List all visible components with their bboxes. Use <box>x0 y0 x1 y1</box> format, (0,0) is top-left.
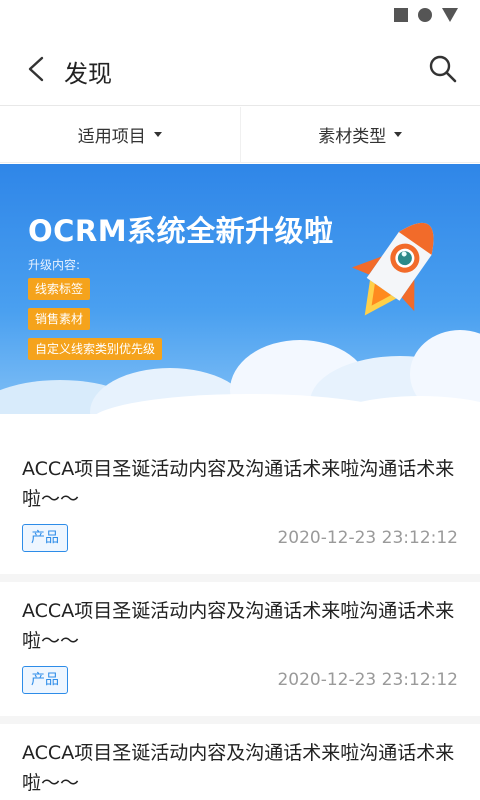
banner-subtitle: 升级内容: <box>28 258 81 272</box>
banner-title: OCRM系统全新升级啦 <box>28 214 334 248</box>
article-tag: 产品 <box>22 666 68 694</box>
search-button[interactable] <box>426 52 460 86</box>
page-title: 发现 <box>64 60 112 88</box>
article-item[interactable]: ACCA项目圣诞活动内容及沟通话术来啦沟通话术来啦～～ <box>0 716 480 800</box>
caret-down-icon <box>394 132 403 137</box>
status-bar <box>0 0 480 32</box>
filter-bar: 适用项目 素材类型 <box>0 107 480 163</box>
status-icons <box>394 8 458 22</box>
header: 发现 <box>0 32 480 106</box>
filter-material-type-label: 素材类型 <box>318 127 387 147</box>
promo-banner[interactable]: OCRM系统全新升级啦 升级内容: 线索标签 销售素材 自定义线索类别优先级 <box>0 164 480 432</box>
article-item[interactable]: ACCA项目圣诞活动内容及沟通话术来啦沟通话术来啦～～ 产品 2020-12-2… <box>0 432 480 582</box>
filter-project-label: 适用项目 <box>77 127 146 147</box>
back-triangle-icon <box>442 8 458 22</box>
home-icon <box>418 8 432 22</box>
back-button[interactable] <box>20 52 54 86</box>
article-tag: 产品 <box>22 524 68 552</box>
article-title: ACCA项目圣诞活动内容及沟通话术来啦沟通话术来啦～～ <box>22 600 455 652</box>
article-date: 2020-12-23 23:12:12 <box>277 670 458 690</box>
filter-material-type[interactable]: 素材类型 <box>239 107 480 162</box>
article-item[interactable]: ACCA项目圣诞活动内容及沟通话术来啦沟通话术来啦～～ 产品 2020-12-2… <box>0 574 480 724</box>
search-icon <box>429 55 457 83</box>
banner-tag: 线索标签 <box>28 278 91 300</box>
filter-project[interactable]: 适用项目 <box>0 107 240 162</box>
back-arrow-icon <box>28 56 44 82</box>
recent-apps-icon <box>394 8 408 22</box>
article-date: 2020-12-23 23:12:12 <box>277 528 458 548</box>
article-title: ACCA项目圣诞活动内容及沟通话术来啦沟通话术来啦～～ <box>22 458 455 510</box>
clouds-decoration <box>0 330 480 432</box>
caret-down-icon <box>153 132 162 137</box>
article-title: ACCA项目圣诞活动内容及沟通话术来啦沟通话术来啦～～ <box>22 742 455 794</box>
